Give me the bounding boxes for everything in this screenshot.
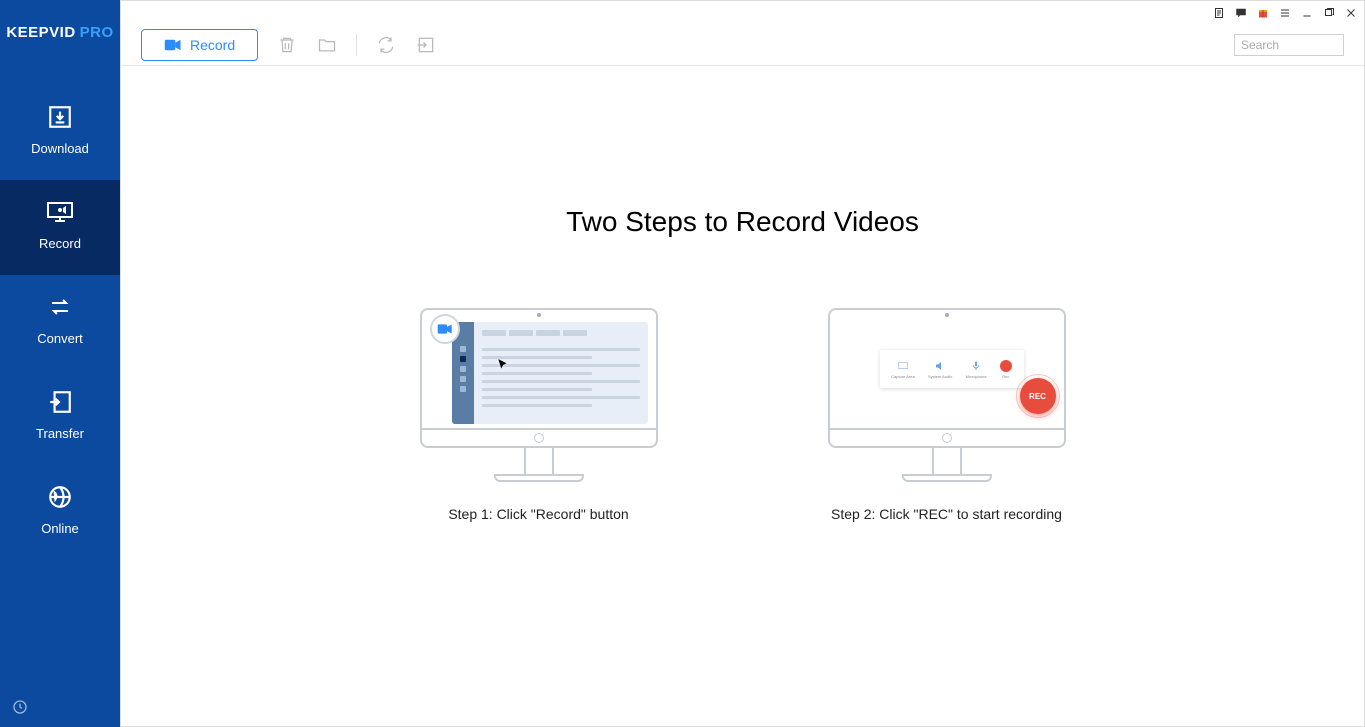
camera-badge-icon: [430, 314, 460, 344]
folder-button[interactable]: [316, 34, 338, 56]
page-title: Two Steps to Record Videos: [566, 206, 919, 238]
cursor-icon: [496, 358, 510, 372]
record-monitor-icon: [46, 198, 74, 226]
nav-label: Record: [39, 236, 81, 251]
maximize-icon[interactable]: [1322, 6, 1336, 20]
app-logo: KEEPVID PRO: [0, 0, 120, 65]
sidebar: KEEPVID PRO Download Record Convert Tra: [0, 0, 120, 727]
menu-icon[interactable]: [1278, 6, 1292, 20]
content: Two Steps to Record Videos: [121, 66, 1364, 726]
toolbar: Record: [121, 25, 1364, 66]
separator: [356, 34, 357, 56]
convert-icon: [46, 293, 74, 321]
close-icon[interactable]: [1344, 6, 1358, 20]
titlebar: [121, 1, 1364, 25]
logo-suffix: PRO: [80, 24, 114, 41]
nav-online[interactable]: Online: [0, 465, 120, 560]
download-icon: [46, 103, 74, 131]
step1-caption: Step 1: Click "Record" button: [448, 506, 628, 522]
trash-button[interactable]: [276, 34, 298, 56]
record-button-label: Record: [190, 37, 235, 53]
gift-icon[interactable]: [1256, 6, 1270, 20]
clipboard-icon[interactable]: [1212, 6, 1226, 20]
minimize-icon[interactable]: [1300, 6, 1314, 20]
nav-label: Transfer: [36, 426, 84, 441]
transfer-icon: [46, 388, 74, 416]
import-button[interactable]: [415, 34, 437, 56]
nav: Download Record Convert Transfer Online: [0, 65, 120, 560]
nav-label: Convert: [37, 331, 83, 346]
rec-badge-icon: REC: [1020, 378, 1056, 414]
step2-caption: Step 2: Click "REC" to start recording: [831, 506, 1062, 522]
nav-transfer[interactable]: Transfer: [0, 370, 120, 465]
nav-record[interactable]: Record: [0, 180, 120, 275]
record-button[interactable]: Record: [141, 29, 258, 61]
step2-illustration: Capture Area System Audio Microphone Rec…: [828, 308, 1066, 482]
nav-label: Download: [31, 141, 89, 156]
step-1: Step 1: Click "Record" button: [420, 308, 658, 522]
nav-download[interactable]: Download: [0, 85, 120, 180]
search-input[interactable]: [1234, 34, 1344, 56]
refresh-button[interactable]: [375, 34, 397, 56]
chat-icon[interactable]: [1234, 6, 1248, 20]
step-2: Capture Area System Audio Microphone Rec…: [828, 308, 1066, 522]
logo-text: KEEPVID: [6, 24, 75, 41]
main-area: Record Two Steps to Record Videos: [120, 0, 1365, 727]
camera-icon: [164, 38, 182, 52]
history-button[interactable]: [10, 697, 30, 717]
steps-row: Step 1: Click "Record" button Capture Ar…: [420, 308, 1066, 522]
nav-label: Online: [41, 521, 79, 536]
step1-illustration: [420, 308, 658, 482]
nav-convert[interactable]: Convert: [0, 275, 120, 370]
globe-icon: [46, 483, 74, 511]
